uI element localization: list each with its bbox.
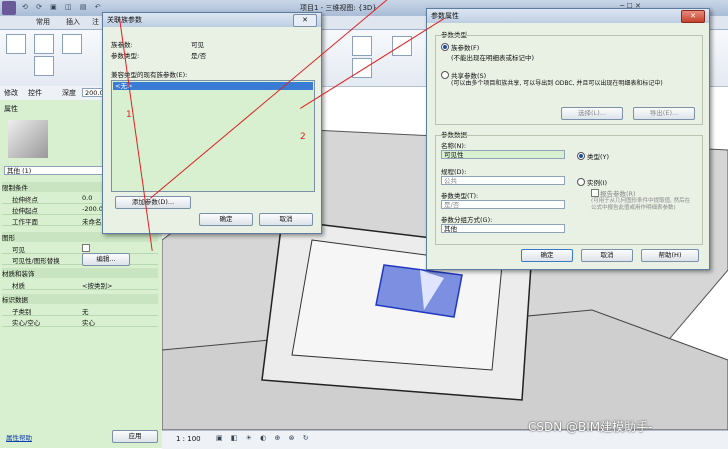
tab-home[interactable]: 常用 xyxy=(36,17,50,27)
family-param-desc: (不能出现在明细表或标记中) xyxy=(451,54,535,62)
apply-button[interactable]: 应用 xyxy=(112,430,158,443)
visible-checkbox[interactable] xyxy=(82,244,90,252)
prop-row[interactable]: 可见性/图形替换 编辑... xyxy=(2,253,158,266)
view-scale[interactable]: 1 : 100 xyxy=(176,435,201,443)
prop-key: 子类别 xyxy=(12,308,32,316)
type-preview-icon xyxy=(8,120,48,158)
type-selector[interactable]: 其他 (1) xyxy=(4,166,104,175)
prop-key: 工作平面 xyxy=(12,218,38,226)
family-param-value: 可见 xyxy=(191,41,204,49)
select-button[interactable]: 选择(L)... xyxy=(561,107,623,120)
type-radio-label[interactable]: 类型(Y) xyxy=(587,151,609,161)
prop-value[interactable]: -200.0 xyxy=(82,205,103,213)
shared-param-radio-label[interactable]: 共享参数(S) xyxy=(451,70,486,80)
prop-key: 可见性/图形替换 xyxy=(12,257,60,265)
family-types-icon[interactable] xyxy=(34,56,54,76)
discipline-select[interactable]: 公共 xyxy=(441,176,565,185)
close-icon[interactable]: ✕ xyxy=(681,10,705,23)
prop-key: 拉伸终点 xyxy=(12,196,38,204)
prop-value[interactable]: 无 xyxy=(82,306,89,316)
parameter-properties-dialog: 参数属性 ✕ 参数类型 族参数(F) (不能出现在明细表或标记中) 共享参数(S… xyxy=(426,8,710,270)
control-label: 控件 xyxy=(28,89,42,97)
ok-button[interactable]: 确定 xyxy=(521,249,573,262)
group-by-select[interactable]: 其他 xyxy=(441,224,565,233)
watermark: CSDN @BIM建模助手- xyxy=(528,420,653,434)
annotation-number-1: 1 xyxy=(126,110,132,120)
modify-tool-icon[interactable] xyxy=(6,34,26,54)
section-materials[interactable]: 材质和装饰 xyxy=(2,268,158,278)
family-param-radio-label[interactable]: 族参数(F) xyxy=(451,42,479,52)
existing-params-label: 兼容类型的现有族参数(E): xyxy=(111,71,188,79)
name-label: 名称(N): xyxy=(441,142,467,150)
close-icon[interactable]: ✕ xyxy=(293,14,317,27)
tab-insert[interactable]: 插入 xyxy=(66,17,80,27)
family-param-radio[interactable] xyxy=(441,43,449,51)
dialog-title: 参数属性 xyxy=(431,12,459,20)
shared-param-desc: (可以由多个项目和族共享, 可以导出到 ODBC, 并且可以出现在明细表和标记中… xyxy=(451,80,663,87)
prop-key: 拉伸起点 xyxy=(12,207,38,215)
discipline-label: 规程(D): xyxy=(441,168,467,176)
depth-label: 深度 xyxy=(62,89,76,97)
dialog-title-bar: 参数属性 ✕ xyxy=(427,9,709,23)
dialog-title: 关联族参数 xyxy=(107,16,142,24)
section-identity[interactable]: 标识数据 xyxy=(2,294,158,304)
view-tools-icons[interactable]: ▣ ◧ ☀ ◐ ⊕ ⊗ ↻ xyxy=(216,434,312,442)
prop-row[interactable]: 材质 <按类别> xyxy=(2,279,158,290)
extrusion-tool-icon[interactable] xyxy=(62,34,82,54)
param-type-select[interactable]: 是/否 xyxy=(441,200,565,209)
prop-value[interactable]: 实心 xyxy=(82,317,95,327)
prop-row[interactable]: 实心/空心 实心 xyxy=(2,316,158,327)
report-param-desc: (可用于从几何图形条件中提取值, 然后在公式中报告此值或用作明细表参数) xyxy=(591,198,691,211)
group-by-label: 参数分组方式(G): xyxy=(441,216,493,224)
prop-row[interactable]: 子类别 无 xyxy=(2,305,158,316)
prop-key: 材质 xyxy=(12,282,25,290)
tab-annotate[interactable]: 注 xyxy=(92,17,99,27)
properties-header: 属性 xyxy=(4,105,18,113)
name-input[interactable]: 可见性 xyxy=(441,150,565,159)
cancel-button[interactable]: 取消 xyxy=(259,213,313,226)
instance-radio[interactable] xyxy=(577,178,585,186)
properties-help-link[interactable]: 属性帮助 xyxy=(6,432,32,442)
app-logo-icon[interactable] xyxy=(2,1,16,15)
type-radio[interactable] xyxy=(577,152,585,160)
report-param-label[interactable]: 报告参数(R) xyxy=(600,188,636,198)
export-button[interactable]: 导出(E)... xyxy=(633,107,695,120)
prop-key: 实心/空心 xyxy=(12,319,41,327)
prop-key: 可见 xyxy=(12,246,25,254)
prop-value[interactable]: 0.0 xyxy=(82,194,92,202)
prop-value[interactable]: 未命名 xyxy=(82,216,102,226)
modify-label: 修改 xyxy=(4,89,18,97)
prop-value[interactable]: <按类别> xyxy=(82,280,112,290)
shared-param-radio[interactable] xyxy=(441,71,449,79)
instance-radio-label[interactable]: 实例(I) xyxy=(587,177,607,187)
draw-line-icon[interactable] xyxy=(352,36,372,56)
report-param-checkbox[interactable] xyxy=(591,189,599,197)
param-type-label: 参数类型(T): xyxy=(441,192,479,200)
param-type-value: 是/否 xyxy=(191,52,207,60)
ok-button[interactable]: 确定 xyxy=(199,213,253,226)
associate-param-dialog: 关联族参数 ✕ 族参数: 可见 参数类型: 是/否 兼容类型的现有族参数(E):… xyxy=(102,12,322,234)
edit-visibility-button[interactable]: 编辑... xyxy=(82,253,130,266)
prop-row[interactable]: 可见 xyxy=(2,243,158,254)
annotation-number-2: 2 xyxy=(300,132,306,142)
help-button[interactable]: 帮助(H) xyxy=(641,249,699,262)
properties-tool-icon[interactable] xyxy=(34,34,54,54)
add-parameter-button[interactable]: 添加参数(D)... xyxy=(115,196,191,209)
dialog-title-bar: 关联族参数 ✕ xyxy=(103,13,321,27)
cancel-button[interactable]: 取消 xyxy=(581,249,633,262)
